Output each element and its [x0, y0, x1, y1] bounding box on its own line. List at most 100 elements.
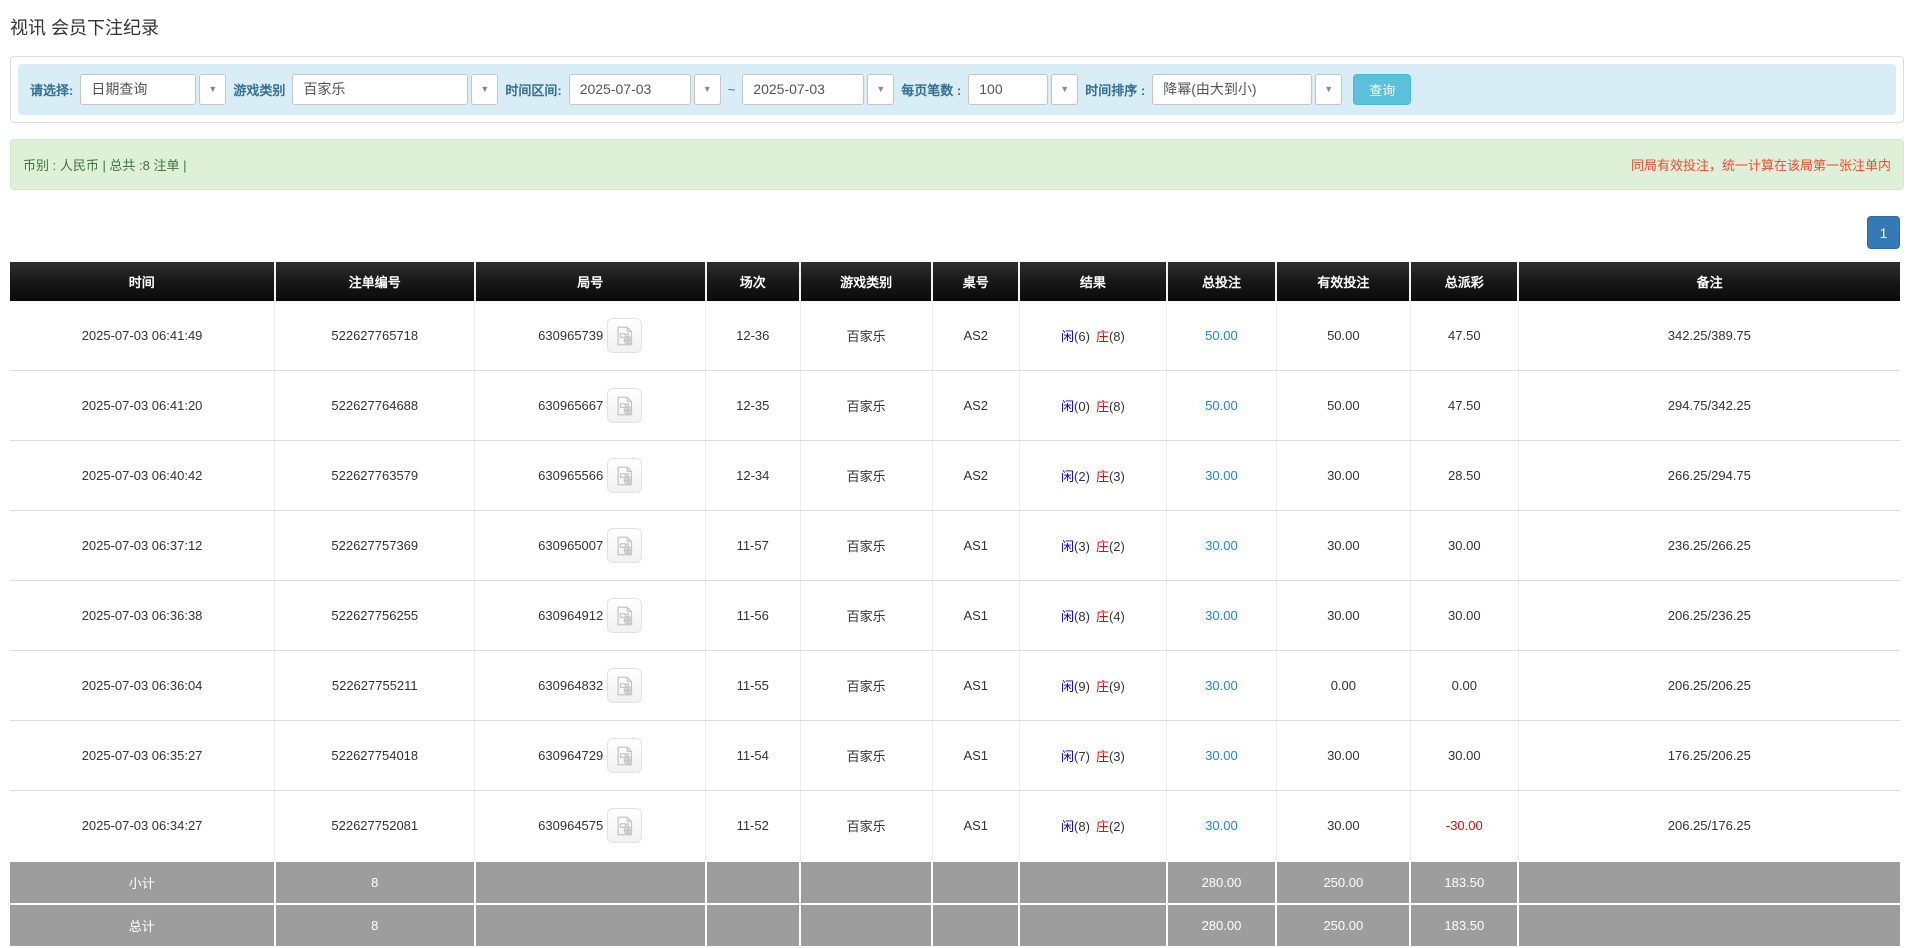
- column-header-2: 局号: [475, 262, 706, 301]
- summary-payout: 183.50: [1410, 861, 1518, 904]
- query-type-caret-button[interactable]: ▼: [199, 74, 226, 105]
- cell-session: 11-52: [706, 791, 801, 862]
- summary-count: 8: [275, 861, 475, 904]
- cell-valid-bet: 30.00: [1276, 441, 1410, 511]
- caret-down-icon: ▼: [703, 84, 712, 94]
- total-bet-link[interactable]: 50.00: [1205, 398, 1238, 413]
- header-row: 时间注单编号局号场次游戏类别桌号结果总投注有效投注总派彩备注: [10, 262, 1900, 301]
- cell-result: 闲(8)庄(2): [1019, 791, 1166, 862]
- bet-records-table: 时间注单编号局号场次游戏类别桌号结果总投注有效投注总派彩备注 2025-07-0…: [10, 262, 1900, 948]
- cell-remark: 236.25/266.25: [1518, 511, 1900, 581]
- cell-round-id: 630964912: [475, 581, 706, 651]
- pagination-page-1[interactable]: 1: [1867, 216, 1900, 249]
- cell-session: 12-36: [706, 301, 801, 371]
- filter-label-game-type: 游戏类别: [233, 80, 285, 99]
- summary-empty: [1518, 861, 1900, 904]
- date-to-caret-button[interactable]: ▼: [867, 74, 894, 105]
- per-page-caret-button[interactable]: ▼: [1051, 74, 1078, 105]
- video-replay-button[interactable]: [607, 458, 642, 493]
- summary-empty: [475, 904, 706, 947]
- cell-round-id: 630965007: [475, 511, 706, 581]
- column-header-3: 场次: [706, 262, 801, 301]
- date-from-caret-button[interactable]: ▼: [694, 74, 721, 105]
- total-bet-link[interactable]: 50.00: [1205, 328, 1238, 343]
- player-score: (9): [1074, 679, 1090, 694]
- cell-session: 12-34: [706, 441, 801, 511]
- table-body: 2025-07-03 06:41:49 522627765718 6309657…: [10, 301, 1900, 861]
- player-result-label: 闲: [1061, 819, 1074, 834]
- cell-time: 2025-07-03 06:36:38: [10, 581, 275, 651]
- time-sort-combobox: 降幂(由大到小) ▼: [1152, 74, 1342, 105]
- summary-total-bet: 280.00: [1167, 861, 1277, 904]
- round-id-text: 630965566: [538, 468, 603, 483]
- cell-time: 2025-07-03 06:36:04: [10, 651, 275, 721]
- date-from-combobox: 2025-07-03 ▼: [569, 74, 721, 105]
- game-type-caret-button[interactable]: ▼: [471, 74, 498, 105]
- cell-bet-id: 522627764688: [275, 371, 475, 441]
- cell-table-no: AS1: [932, 581, 1019, 651]
- total-bet-link[interactable]: 30.00: [1205, 468, 1238, 483]
- cell-game-type: 百家乐: [800, 791, 932, 862]
- total-bet-link[interactable]: 30.00: [1205, 748, 1238, 763]
- search-button[interactable]: 查询: [1353, 74, 1411, 105]
- per-page-value[interactable]: 100: [968, 74, 1048, 105]
- date-to-combobox: 2025-07-03 ▼: [742, 74, 894, 105]
- banker-result-label: 庄: [1096, 679, 1109, 694]
- total-bet-link[interactable]: 30.00: [1205, 818, 1238, 833]
- pagination: 1: [0, 216, 1900, 249]
- video-file-icon: [614, 395, 636, 417]
- time-sort-caret-button[interactable]: ▼: [1315, 74, 1342, 105]
- cell-bet-id: 522627763579: [275, 441, 475, 511]
- video-replay-button[interactable]: [607, 318, 642, 353]
- total-bet-link[interactable]: 30.00: [1205, 608, 1238, 623]
- time-sort-value[interactable]: 降幂(由大到小): [1152, 74, 1312, 105]
- banker-score: (3): [1109, 469, 1125, 484]
- date-to-value[interactable]: 2025-07-03: [742, 74, 864, 105]
- video-replay-button[interactable]: [607, 808, 642, 843]
- player-score: (3): [1074, 539, 1090, 554]
- query-type-value[interactable]: 日期查询: [80, 74, 196, 105]
- filter-label-time-sort: 时间排序 :: [1085, 80, 1145, 99]
- filter-bar: 请选择: 日期查询 ▼ 游戏类别 百家乐 ▼ 时间区间: 2025-07-03 …: [18, 64, 1896, 115]
- video-replay-button[interactable]: [607, 738, 642, 773]
- banker-result-label: 庄: [1096, 469, 1109, 484]
- video-replay-button[interactable]: [607, 388, 642, 423]
- cell-result: 闲(9)庄(9): [1019, 651, 1166, 721]
- video-replay-button[interactable]: [607, 528, 642, 563]
- banker-score: (8): [1109, 329, 1125, 344]
- summary-valid-bet: 250.00: [1276, 861, 1410, 904]
- cell-round-id: 630965566: [475, 441, 706, 511]
- summary-empty: [932, 904, 1019, 947]
- column-header-7: 总投注: [1167, 262, 1277, 301]
- cell-payout: 0.00: [1410, 651, 1518, 721]
- total-bet-link[interactable]: 30.00: [1205, 538, 1238, 553]
- summary-row: 小计 8 280.00 250.00 183.50: [10, 861, 1900, 904]
- caret-down-icon: ▼: [1324, 84, 1333, 94]
- cell-valid-bet: 50.00: [1276, 301, 1410, 371]
- banker-result-label: 庄: [1096, 329, 1109, 344]
- table-row: 2025-07-03 06:35:27 522627754018 6309647…: [10, 721, 1900, 791]
- summary-valid-bet: 250.00: [1276, 904, 1410, 947]
- round-id-text: 630964832: [538, 678, 603, 693]
- cell-remark: 342.25/389.75: [1518, 301, 1900, 371]
- video-replay-button[interactable]: [607, 598, 642, 633]
- date-from-value[interactable]: 2025-07-03: [569, 74, 691, 105]
- cell-total-bet: 30.00: [1167, 581, 1277, 651]
- summary-total-bet: 280.00: [1167, 904, 1277, 947]
- cell-time: 2025-07-03 06:37:12: [10, 511, 275, 581]
- game-type-value[interactable]: 百家乐: [292, 74, 468, 105]
- cell-game-type: 百家乐: [800, 651, 932, 721]
- total-bet-link[interactable]: 30.00: [1205, 678, 1238, 693]
- player-result-label: 闲: [1061, 329, 1074, 344]
- cell-time: 2025-07-03 06:34:27: [10, 791, 275, 862]
- banker-result-label: 庄: [1096, 749, 1109, 764]
- summary-empty: [475, 861, 706, 904]
- query-type-combobox: 日期查询 ▼: [80, 74, 226, 105]
- video-replay-button[interactable]: [607, 668, 642, 703]
- banker-score: (8): [1109, 399, 1125, 414]
- cell-result: 闲(7)庄(3): [1019, 721, 1166, 791]
- caret-down-icon: ▼: [208, 84, 217, 94]
- summary-empty: [706, 904, 801, 947]
- player-score: (0): [1074, 399, 1090, 414]
- cell-total-bet: 30.00: [1167, 441, 1277, 511]
